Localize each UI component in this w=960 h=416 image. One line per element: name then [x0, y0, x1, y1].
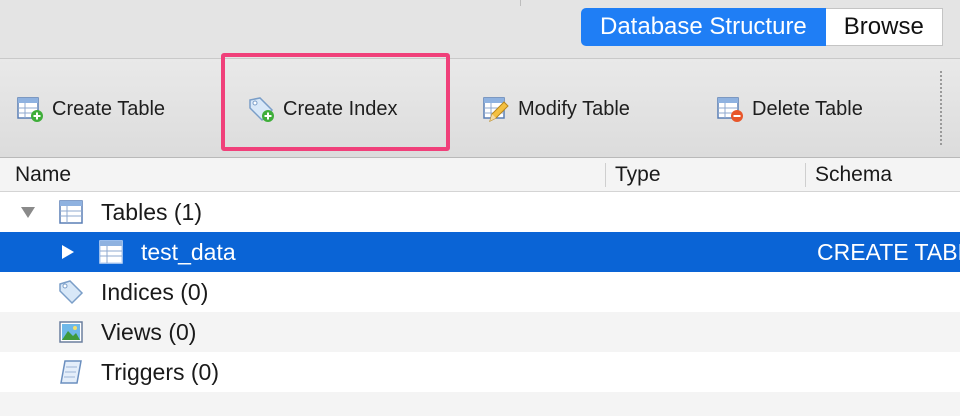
- modify-table-button[interactable]: Modify Table: [482, 93, 630, 125]
- type-column-header[interactable]: Type: [615, 163, 661, 187]
- splitter-hairline: [520, 0, 521, 6]
- triggers-label: Triggers (0): [101, 358, 219, 385]
- column-divider[interactable]: [805, 163, 806, 187]
- test-data-label: test_data: [141, 238, 236, 265]
- tree-row-indices[interactable]: Indices (0): [0, 272, 960, 312]
- modify-table-label: Modify Table: [518, 97, 630, 120]
- index-tag-add-icon: [249, 97, 274, 122]
- create-index-button[interactable]: Create Index: [247, 93, 398, 125]
- tree-row-test-data[interactable]: test_data CREATE TABLE: [0, 232, 960, 272]
- table-edit-icon: [483, 97, 509, 122]
- name-column-header[interactable]: Name: [15, 163, 71, 187]
- indices-label: Indices (0): [101, 278, 209, 305]
- disclosure-expanded-icon[interactable]: [20, 204, 36, 220]
- index-tag-icon: [59, 280, 84, 305]
- create-table-label: Create Table: [52, 97, 166, 120]
- column-divider[interactable]: [605, 163, 606, 187]
- view-picture-icon: [59, 321, 83, 343]
- tree-row-views[interactable]: Views (0): [0, 312, 960, 352]
- disclosure-collapsed-icon[interactable]: [60, 244, 76, 260]
- tab-database-structure[interactable]: Database Structure: [581, 8, 826, 46]
- schema-tree: Tables (1) test_data CREATE TABLE Indice…: [0, 192, 960, 392]
- toolbar: Create Table Create Index Modify Table D…: [0, 58, 960, 158]
- test-data-schema: CREATE TABLE: [817, 238, 960, 265]
- tab-bar: Database Structure Browse: [581, 8, 943, 46]
- column-header: Name Type Schema: [0, 158, 960, 192]
- table-icon: [99, 240, 123, 264]
- delete-table-label: Delete Table: [752, 97, 863, 120]
- views-label: Views (0): [101, 318, 197, 345]
- schema-column-header[interactable]: Schema: [815, 163, 892, 187]
- table-add-icon: [17, 97, 43, 122]
- tree-row-tables[interactable]: Tables (1): [0, 192, 960, 232]
- trigger-scroll-icon: [60, 360, 82, 384]
- create-index-label: Create Index: [283, 97, 398, 120]
- table-delete-icon: [717, 97, 743, 122]
- create-table-button[interactable]: Create Table: [16, 93, 165, 125]
- tab-browse[interactable]: Browse: [825, 8, 943, 46]
- tables-label: Tables (1): [101, 198, 202, 225]
- delete-table-button[interactable]: Delete Table: [716, 93, 863, 125]
- tree-row-triggers[interactable]: Triggers (0): [0, 352, 960, 392]
- table-icon: [59, 200, 83, 224]
- toolbar-separator: [940, 71, 942, 145]
- tree-empty-area: [0, 392, 960, 416]
